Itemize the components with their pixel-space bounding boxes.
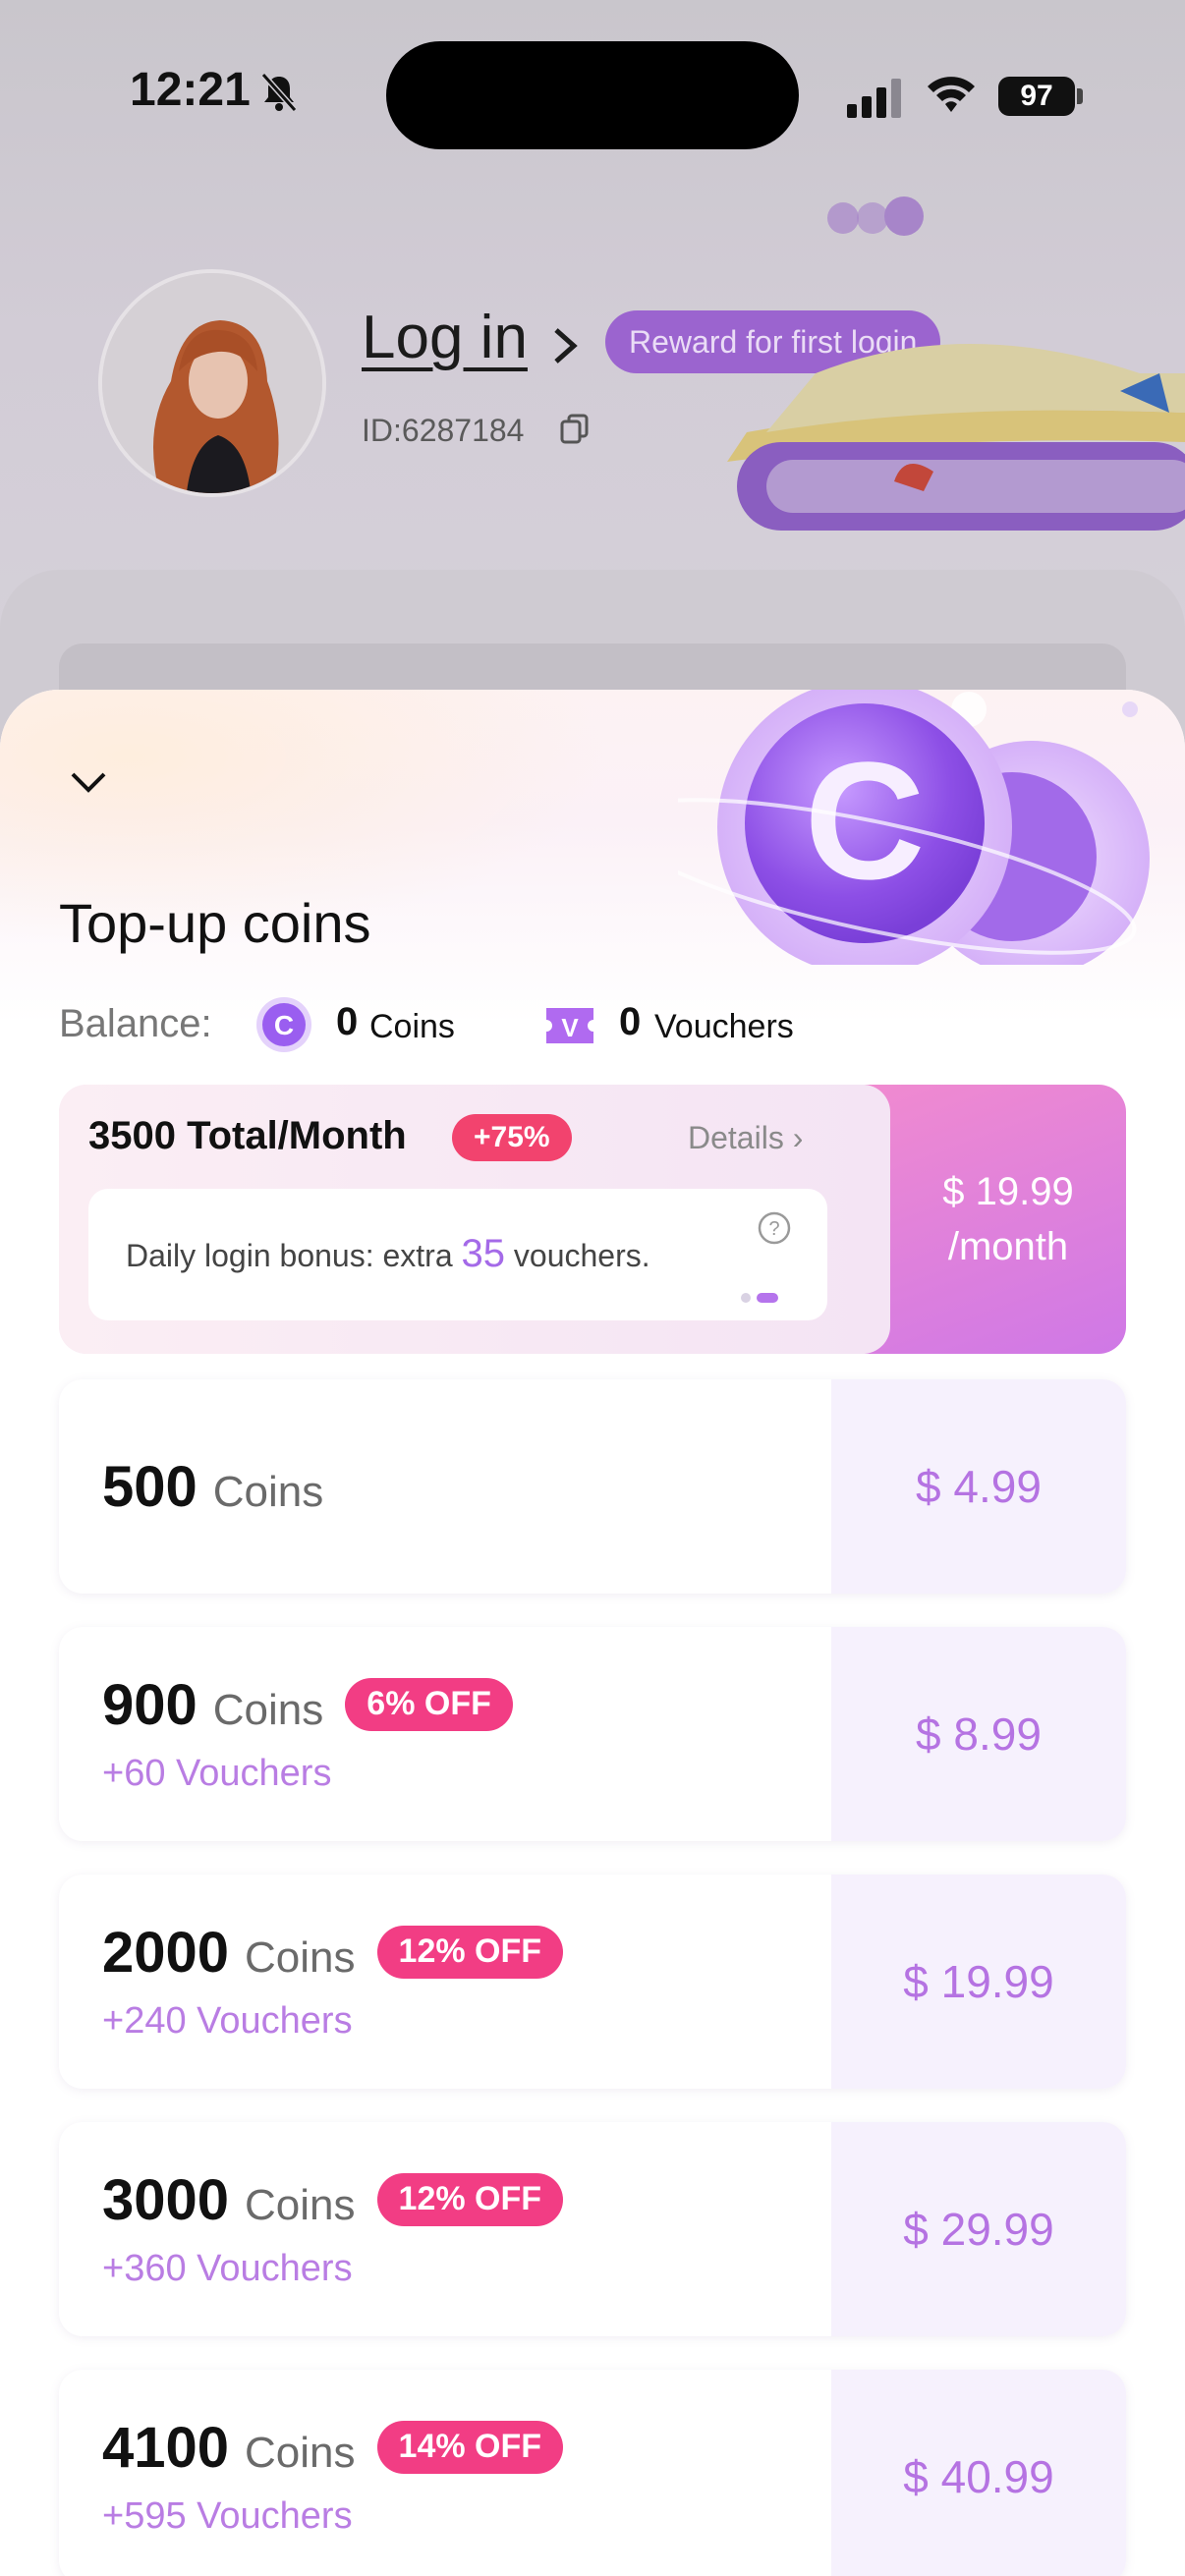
bell-off-icon <box>260 73 298 112</box>
bonus-number: 35 <box>461 1232 506 1275</box>
package-vouchers: +595 Vouchers <box>102 2495 353 2537</box>
package-price[interactable]: $ 19.99 <box>831 1875 1126 2089</box>
details-link[interactable]: Details › <box>688 1120 803 1156</box>
package-price[interactable]: $ 4.99 <box>831 1379 1126 1594</box>
wifi-icon <box>928 77 975 112</box>
topup-sheet: C Top-up coins Balance: C 0 Coins V 0 Vo… <box>0 690 1185 2576</box>
help-icon[interactable]: ? <box>757 1210 792 1246</box>
coins-balance-unit: Coins <box>369 1008 455 1045</box>
package-price[interactable]: $ 8.99 <box>831 1627 1126 1841</box>
package-amount: 500 Coins <box>102 1454 323 1520</box>
subscription-title: 3500 Total/Month <box>88 1114 407 1157</box>
package-coins: 3000 <box>102 2168 230 2232</box>
balance-row: Balance: C 0 Coins V 0 Vouchers <box>59 996 1140 1055</box>
battery-cap <box>1077 88 1083 104</box>
dynamic-island <box>386 41 799 149</box>
status-time: 12:21 <box>130 64 251 116</box>
vouchers-balance-unit: Vouchers <box>654 1008 794 1045</box>
signal-icon <box>847 79 901 118</box>
package-coins: 900 <box>102 1673 198 1737</box>
package-unit: Coins <box>212 1686 324 1734</box>
package-item-2000[interactable]: 2000 Coins 12% OFF +240 Vouchers $ 19.99 <box>59 1875 1126 2089</box>
svg-text:?: ? <box>768 1218 779 1240</box>
balance-label: Balance: <box>59 1002 212 1045</box>
package-unit: Coins <box>212 1468 324 1516</box>
package-item-900[interactable]: 900 Coins 6% OFF +60 Vouchers $ 8.99 <box>59 1627 1126 1841</box>
package-amount: 4100 Coins 14% OFF <box>102 2415 564 2481</box>
package-coins: 4100 <box>102 2416 230 2480</box>
book-illustration <box>727 196 1185 531</box>
coin-icon: C <box>256 997 311 1052</box>
discount-badge: 12% OFF <box>376 1925 564 1979</box>
discount-badge: 12% OFF <box>376 2172 564 2226</box>
sheet-title: Top-up coins <box>59 892 371 954</box>
battery-indicator: 97 <box>998 77 1075 116</box>
user-id: ID:6287184 <box>362 413 525 448</box>
package-coins: 500 <box>102 1455 198 1519</box>
bonus-suffix: vouchers. <box>505 1238 650 1273</box>
chevron-down-icon <box>71 772 106 793</box>
avatar-illustration <box>102 273 322 493</box>
subscription-badge: +75% <box>452 1114 572 1161</box>
package-item-500[interactable]: 500 Coins $ 4.99 <box>59 1379 1126 1594</box>
svg-text:C: C <box>274 1010 294 1040</box>
subscription-card[interactable]: $ 19.99 /month 3500 Total/Month +75% Det… <box>59 1085 1126 1354</box>
discount-badge: 14% OFF <box>376 2420 564 2474</box>
package-amount: 900 Coins 6% OFF <box>102 1672 513 1738</box>
vouchers-balance-value: 0 <box>619 1000 642 1043</box>
discount-badge: 6% OFF <box>345 1677 513 1731</box>
svg-text:V: V <box>561 1013 579 1042</box>
subscription-price-panel[interactable]: $ 19.99 /month <box>865 1085 1126 1354</box>
bonus-text: Daily login bonus: extra 35 vouchers. <box>126 1232 650 1276</box>
coin-hero-icon: C <box>678 690 1150 965</box>
package-vouchers: +360 Vouchers <box>102 2248 353 2289</box>
package-item-3000[interactable]: 3000 Coins 12% OFF +360 Vouchers $ 29.99 <box>59 2122 1126 2336</box>
details-label: Details <box>688 1120 784 1155</box>
subscription-price: $ 19.99 <box>942 1170 1074 1213</box>
copy-icon[interactable] <box>558 413 592 446</box>
svg-text:C: C <box>805 728 926 915</box>
package-item-4100[interactable]: 4100 Coins 14% OFF +595 Vouchers $ 40.99 <box>59 2370 1126 2576</box>
chevron-right-icon[interactable] <box>550 324 580 367</box>
package-vouchers: +60 Vouchers <box>102 1753 332 1794</box>
collapse-button[interactable] <box>61 755 116 810</box>
package-unit: Coins <box>245 1933 356 1982</box>
avatar[interactable] <box>98 269 326 497</box>
voucher-icon: V <box>546 1008 593 1043</box>
package-price[interactable]: $ 29.99 <box>831 2122 1126 2336</box>
subscription-period: /month <box>947 1225 1069 1268</box>
package-amount: 2000 Coins 12% OFF <box>102 1920 564 1986</box>
bonus-prefix: Daily login bonus: extra <box>126 1238 462 1273</box>
package-vouchers: +240 Vouchers <box>102 2000 353 2042</box>
package-amount: 3000 Coins 12% OFF <box>102 2167 564 2233</box>
package-price[interactable]: $ 40.99 <box>831 2370 1126 2576</box>
coins-balance-value: 0 <box>336 1000 359 1043</box>
status-bar: 12:21 97 <box>0 0 1185 196</box>
package-unit: Coins <box>245 2429 356 2477</box>
bonus-box: Daily login bonus: extra 35 vouchers. ? <box>88 1189 827 1320</box>
subscription-info: 3500 Total/Month +75% Details › Daily lo… <box>59 1085 890 1354</box>
login-link[interactable]: Log in <box>362 303 528 372</box>
package-coins: 2000 <box>102 1921 230 1985</box>
package-unit: Coins <box>245 2181 356 2229</box>
carousel-dots <box>741 1293 778 1303</box>
